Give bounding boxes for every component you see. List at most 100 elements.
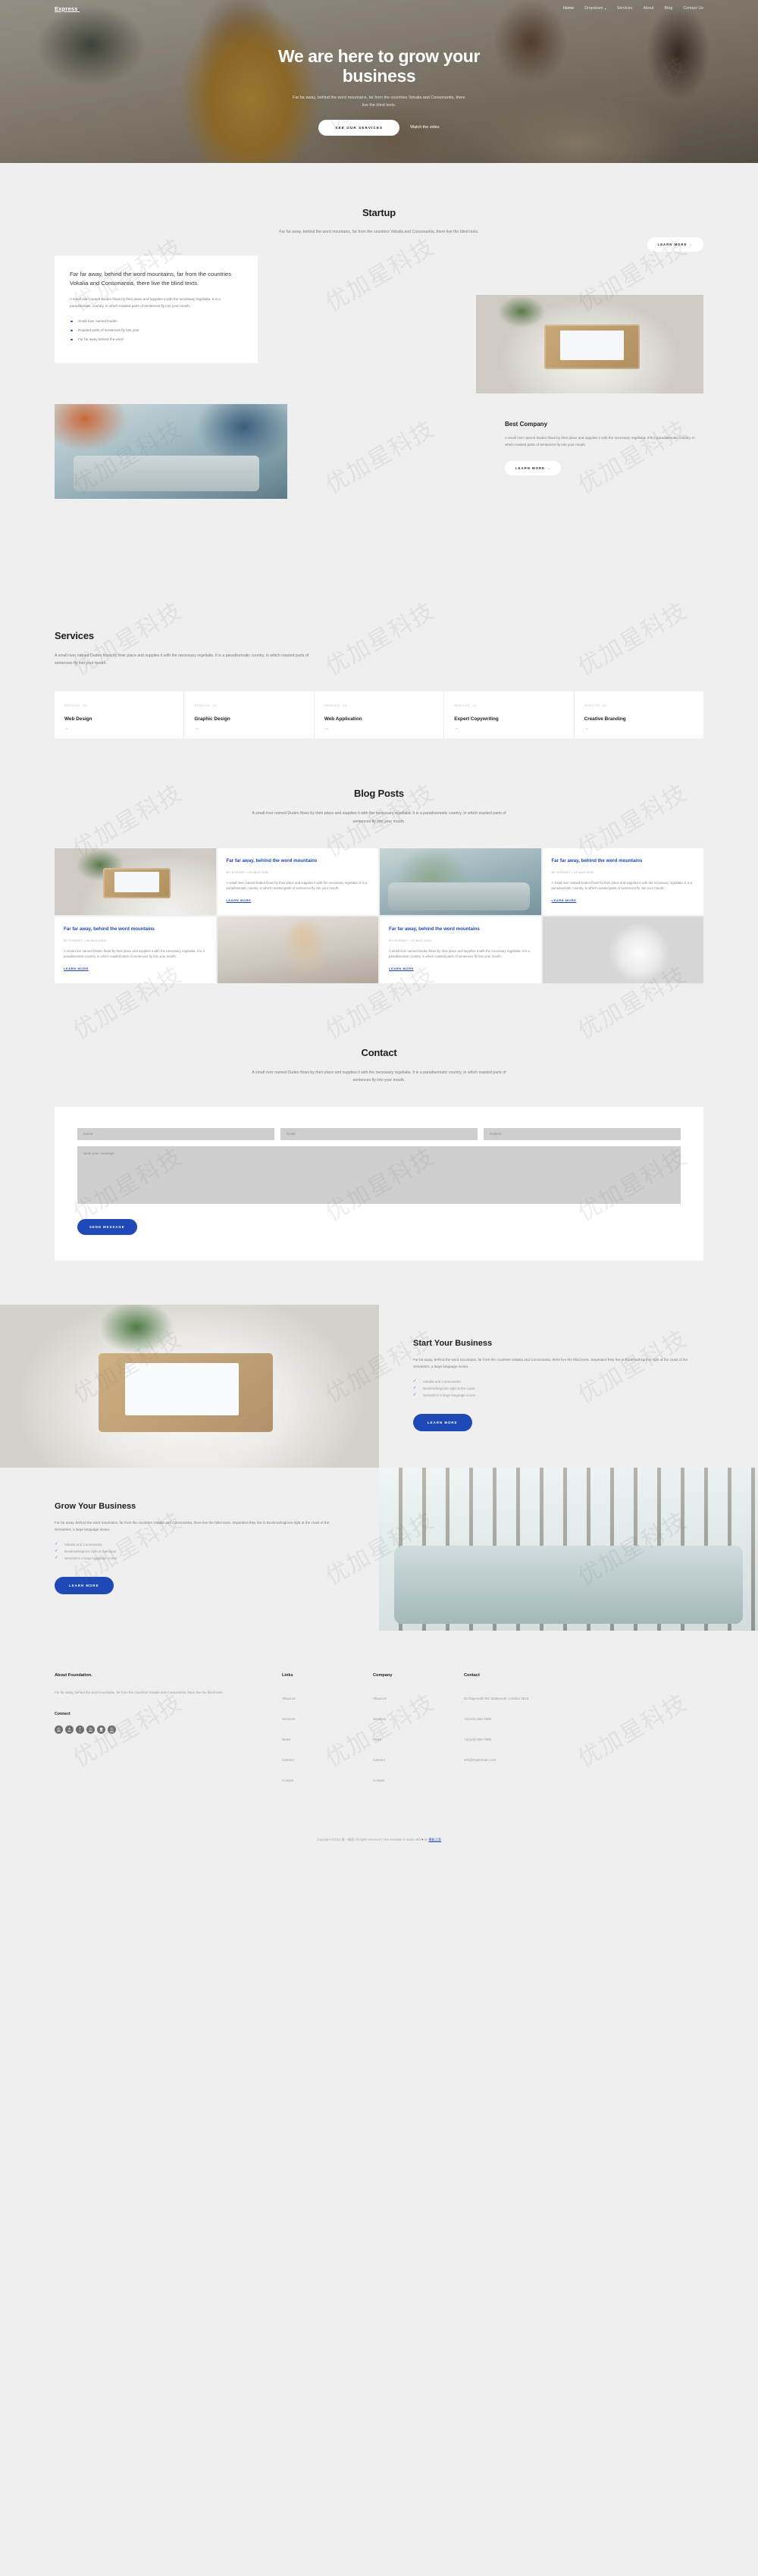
footer-link-services[interactable]: Services: [282, 1717, 295, 1721]
service-card-graphic-design[interactable]: SERVICE .02 Graphic Design →: [184, 691, 315, 739]
blog-post-title[interactable]: Far far away, behind the word mountains: [64, 926, 207, 933]
copyright-link[interactable]: 模板之家: [428, 1838, 441, 1841]
nav-item-contact-us[interactable]: Contact Us: [683, 6, 703, 11]
footer-about-body: Far far away, behind the word mountains,…: [55, 1690, 224, 1694]
footer-company-contact[interactable]: Contact: [373, 1778, 385, 1782]
list-item: Small river named Duden: [70, 319, 243, 323]
blog-post-learn-more-link[interactable]: LEARN MORE: [64, 967, 89, 970]
service-card-expert-copywriting[interactable]: SERVICE .04 Expert Copywriting →: [444, 691, 575, 739]
start-business-body: Far far away, behind the word mountains,…: [413, 1357, 688, 1368]
service-number: SERVICE .01: [64, 704, 87, 708]
startup-card: Far far away, behind the word mountains,…: [55, 255, 258, 363]
blog-post-title[interactable]: Far far away, behind the word mountains: [389, 926, 532, 933]
twitter-icon[interactable]: ✦: [65, 1725, 74, 1734]
send-message-button[interactable]: SEND MESSAGE: [77, 1218, 137, 1235]
hero-subtitle: Far far away, behind the word mountains,…: [293, 95, 465, 108]
service-card-creative-branding[interactable]: SERVICE .05 Creative Branding →: [575, 691, 703, 738]
contact-lead: A small river named Duden flows by their…: [252, 1070, 506, 1083]
blog-post-card: Far far away, behind the word mountains …: [217, 848, 378, 915]
startup-card-bullets: Small river named Duden Roasted parts of…: [70, 319, 243, 341]
grow-business-copy: Grow Your Business Far far away, behind …: [0, 1468, 379, 1631]
start-business-learn-more-button[interactable]: LEARN MORE: [413, 1413, 472, 1431]
start-business-copy: Start Your Business Far far away, behind…: [379, 1305, 758, 1468]
start-business-photo: [0, 1304, 379, 1468]
behance-icon[interactable]: Ⓑ: [108, 1725, 116, 1734]
footer-links-column: Links About us Services News Careers Con…: [282, 1673, 373, 1792]
service-card-web-design[interactable]: SERVICE .01 Web Design →: [55, 691, 185, 739]
list-item: Vokalia and Consonantia: [413, 1379, 703, 1384]
footer-about-heading-dot: .: [91, 1672, 92, 1678]
blog-post-learn-more-link[interactable]: LEARN MORE: [389, 967, 414, 970]
blog-post-learn-more-link[interactable]: LEARN MORE: [552, 898, 577, 902]
list-item: Careers: [373, 1751, 464, 1765]
footer-columns: About Foundation. Far far away, behind t…: [55, 1673, 703, 1792]
footer-connect-heading: Connect: [55, 1711, 70, 1716]
footer-company-services[interactable]: Services: [373, 1717, 386, 1721]
watch-the-video-link[interactable]: Watch the video: [410, 125, 439, 130]
best-company-learn-more-button[interactable]: LEARN MORE →: [505, 461, 562, 476]
nav-links: Home Dropdown ▾ Services About Blog Conta…: [563, 6, 703, 11]
grow-business-checklist: Vokalia and Consonantia Bookmarksgrove r…: [55, 1542, 345, 1560]
list-item: Contact: [282, 1772, 373, 1785]
footer-company-news[interactable]: News: [373, 1738, 381, 1741]
services-lead: A small river named Duden flows by their…: [55, 653, 309, 666]
footer-link-news[interactable]: News: [282, 1738, 290, 1741]
footer-link-about-us[interactable]: About us: [282, 1697, 296, 1700]
nav-item-blog[interactable]: Blog: [665, 6, 673, 11]
site-logo[interactable]: Express.: [55, 5, 80, 12]
service-number: SERVICE .04: [454, 704, 478, 708]
footer-company-about-us[interactable]: About us: [373, 1697, 387, 1700]
service-name: Creative Branding: [584, 716, 626, 722]
footer-email[interactable]: info@mydomain.com: [464, 1758, 496, 1762]
start-business-checklist: Vokalia and Consonantia Bookmarksgrove r…: [413, 1379, 703, 1397]
subject-input[interactable]: [484, 1127, 681, 1140]
grow-business-learn-more-button[interactable]: LEARN MORE: [55, 1576, 114, 1594]
blog-lead: A small river named Duden flows by their…: [252, 811, 506, 824]
blog-post-image[interactable]: [542, 916, 703, 983]
blog-post-image[interactable]: [380, 848, 541, 915]
blog-post-title[interactable]: Far far away, behind the word mountains: [552, 858, 695, 865]
dribbble-icon[interactable]: ●: [97, 1725, 105, 1734]
blog-post-body: A small river named Duden flows by their…: [226, 880, 368, 891]
nav-item-services[interactable]: Services: [617, 6, 633, 11]
start-business-heading: Start Your Business: [413, 1338, 493, 1348]
list-item: Semantics a large language ocean: [413, 1393, 703, 1397]
blog-post-image[interactable]: [217, 916, 378, 983]
contact-form-card: SEND MESSAGE: [55, 1106, 703, 1261]
footer-contact-column: Contact 43 Raymouth Rd. Baltemoer, Londo…: [464, 1673, 646, 1792]
arrow-right-icon: →: [584, 726, 589, 732]
startup-section: Startup Far far away, behind the word mo…: [0, 163, 758, 500]
contact-heading: Contact: [361, 1046, 397, 1058]
list-item: Bookmarksgrove right at the coast: [55, 1549, 345, 1553]
footer-link-careers[interactable]: Careers: [282, 1758, 294, 1762]
see-our-services-button[interactable]: SEE OUR SERVICES: [318, 119, 400, 136]
facebook-icon[interactable]: f: [76, 1725, 84, 1734]
hero-actions: SEE OUR SERVICES Watch the video: [0, 119, 758, 136]
footer-company-careers[interactable]: Careers: [373, 1758, 385, 1762]
nav-item-dropdown[interactable]: Dropdown ▾: [584, 6, 606, 11]
email-input[interactable]: [280, 1127, 478, 1140]
list-item: +1(123)-456-7890: [464, 1731, 646, 1744]
startup-learn-more-button[interactable]: LEARN MORE →: [647, 237, 703, 252]
start-business-section: Start Your Business Far far away, behind…: [0, 1304, 758, 1468]
footer-contact-list: 43 Raymouth Rd. Baltemoer, London 3910 +…: [464, 1690, 646, 1765]
nav-item-about[interactable]: About: [643, 6, 653, 11]
service-number: SERVICE .05: [584, 704, 607, 708]
grow-business-heading: Grow Your Business: [55, 1501, 136, 1511]
footer-phone-1[interactable]: +1(123)-456-7890: [464, 1717, 491, 1721]
blog-post-learn-more-link[interactable]: LEARN MORE: [227, 898, 252, 902]
footer-address[interactable]: 43 Raymouth Rd. Baltemoer, London 3910: [464, 1697, 528, 1700]
blog-post-image[interactable]: [55, 848, 216, 915]
blog-post-title[interactable]: Far far away, behind the word mountains: [227, 858, 370, 865]
footer-phone-2[interactable]: +1(123)-456-7890: [464, 1738, 491, 1741]
startup-heading: Startup: [362, 207, 396, 218]
name-input[interactable]: [77, 1127, 274, 1140]
footer-link-contact[interactable]: Contact: [282, 1778, 294, 1782]
startup-grid: LEARN MORE → Far far away, behind the wo…: [55, 237, 703, 500]
nav-item-home[interactable]: Home: [563, 6, 574, 11]
service-card-web-application[interactable]: SERVICE .03 Web Application →: [315, 691, 445, 739]
startup-sofa-photo: [55, 404, 287, 500]
linkedin-icon[interactable]: in: [86, 1725, 95, 1734]
instagram-icon[interactable]: ◎: [55, 1725, 63, 1734]
message-textarea[interactable]: [77, 1145, 681, 1204]
